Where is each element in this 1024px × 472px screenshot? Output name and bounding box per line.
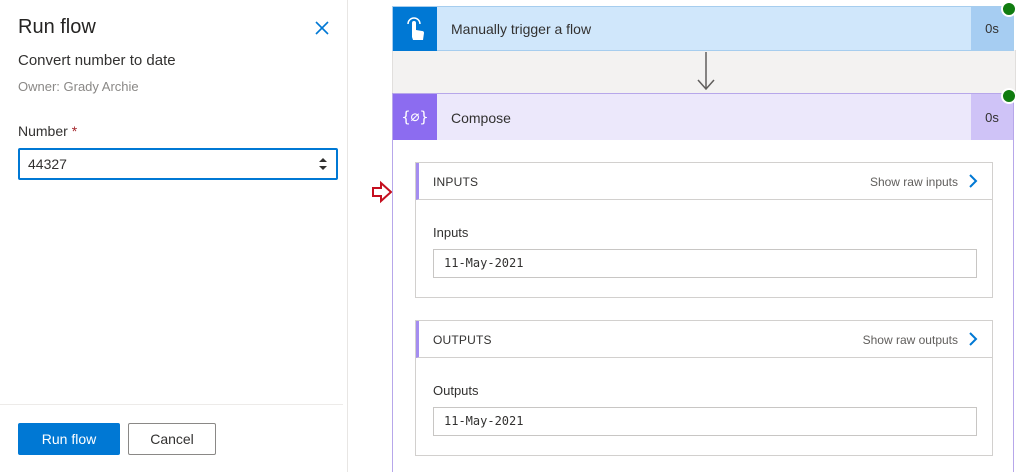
touch-icon — [407, 17, 424, 40]
show-raw-inputs-link[interactable]: Show raw inputs — [870, 175, 958, 189]
trigger-title: Manually trigger a flow — [451, 21, 592, 37]
outputs-header-label: OUTPUTS — [433, 333, 492, 347]
number-label-text: Number — [18, 123, 68, 139]
required-marker: * — [71, 123, 78, 139]
run-flow-panel: Run flow Convert number to date Owner: G… — [0, 0, 348, 472]
flow-canvas: Manually trigger a flow 0s {∅} Compose 0… — [392, 0, 1017, 472]
outputs-section: OUTPUTS Show raw outputs Outputs 11-May-… — [415, 320, 993, 456]
number-field[interactable] — [18, 148, 338, 180]
inputs-section: INPUTS Show raw inputs Inputs 11-May-202… — [415, 162, 993, 298]
success-check-icon — [1001, 1, 1017, 17]
number-spinner-icon[interactable] — [318, 154, 328, 174]
compose-title: Compose — [451, 110, 511, 126]
close-button[interactable] — [310, 16, 334, 40]
connector-arrow-icon — [697, 52, 715, 91]
compose-icon: {∅} — [393, 94, 437, 140]
number-input[interactable] — [20, 150, 310, 178]
inputs-header: INPUTS Show raw inputs — [416, 163, 992, 200]
compose-header[interactable]: {∅} Compose 0s — [393, 88, 1017, 140]
show-raw-outputs-link[interactable]: Show raw outputs — [863, 333, 958, 347]
inputs-label: Inputs — [433, 225, 469, 240]
trigger-card[interactable]: Manually trigger a flow 0s — [392, 1, 1017, 51]
chevron-right-icon[interactable] — [968, 331, 978, 347]
flow-name: Convert number to date — [18, 52, 176, 69]
outputs-label: Outputs — [433, 383, 479, 398]
compose-card: {∅} Compose 0s INPUTS Show raw inputs In… — [392, 88, 1017, 472]
panel-title: Run flow — [18, 16, 96, 38]
run-flow-button[interactable]: Run flow — [18, 423, 120, 455]
trigger-icon-tile — [393, 7, 437, 51]
number-field-label: Number * — [18, 123, 77, 139]
inputs-value: 11-May-2021 — [433, 249, 977, 278]
success-check-icon — [1001, 88, 1017, 104]
outputs-header: OUTPUTS Show raw outputs — [416, 321, 992, 358]
chevron-right-icon[interactable] — [968, 173, 978, 189]
panel-footer-divider — [0, 404, 343, 405]
outputs-value: 11-May-2021 — [433, 407, 977, 436]
close-icon — [315, 21, 329, 35]
flow-owner: Owner: Grady Archie — [18, 79, 139, 94]
inputs-header-label: INPUTS — [433, 175, 479, 189]
cancel-button[interactable]: Cancel — [128, 423, 216, 455]
